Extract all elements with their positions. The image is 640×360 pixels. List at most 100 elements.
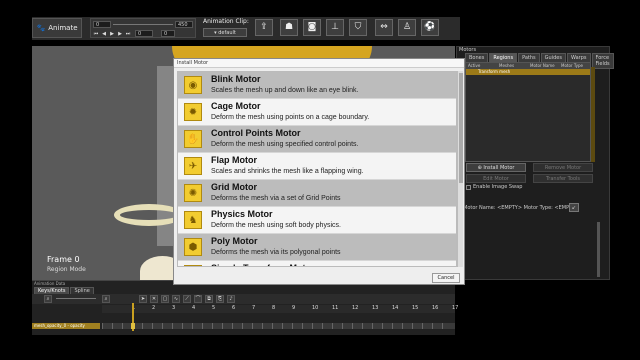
track-cell [252, 323, 253, 329]
motor-description: Deform the mesh using specified control … [211, 141, 359, 148]
ruler-tick-label: 14 [392, 305, 399, 311]
track-cell [422, 323, 423, 329]
timeline-track[interactable] [102, 323, 455, 329]
list-item[interactable]: ⬢ Poly Motor Deforms the mesh via its poly… [178, 234, 456, 261]
list-item[interactable]: ✋ Control Points Motor Deform the mesh usi… [178, 126, 456, 153]
track-cell [102, 323, 103, 329]
image-swap-label: Enable Image Swap [473, 184, 523, 190]
rig-icon[interactable]: ⊥ [326, 19, 344, 36]
transfer-tools-label: Transfer Tools [545, 176, 580, 182]
soccer-icon[interactable]: ⚽ [421, 19, 439, 36]
transfer-tools-button[interactable]: Transfer Tools [533, 174, 593, 183]
linear-icon[interactable]: ⟋ [183, 295, 191, 303]
play-icon[interactable]: ▶ [109, 31, 115, 37]
track-cell [362, 323, 363, 329]
prev-frame-icon[interactable]: ◀ [101, 31, 107, 37]
ruler-tick-label: 9 [292, 305, 296, 311]
track-cell [342, 323, 343, 329]
list-scrollbar[interactable] [457, 71, 463, 267]
zoom-in-icon[interactable]: ⌕ [102, 295, 110, 303]
list-item[interactable]: ✦ Simple Transform Motor [178, 261, 456, 266]
list-item[interactable]: ♞ Physics Motor Deform the mesh using soft… [178, 207, 456, 234]
motors-panel: Motors Bones Regions Paths Guides Warps … [456, 46, 614, 280]
list-item[interactable]: ◉ Blink Motor Scales the mesh up and down … [178, 72, 456, 99]
zoom-slider[interactable] [56, 298, 96, 299]
track-cell [292, 323, 293, 329]
animate-button[interactable]: 🐾 Animate [32, 18, 82, 38]
frame-end-field[interactable]: 450 [175, 21, 193, 28]
motor-description: Deforms the mesh via a set of Grid Point… [211, 195, 341, 202]
motor-name: Blink Motor [211, 74, 261, 84]
motor-name: Simple Transform Motor [211, 263, 315, 266]
timeline-toolbar: ⌕ ⌕ ➤ ✕ ▢ ∿ ⟋ ⌒ ⧉ ⎘ ♪ [32, 294, 455, 304]
next-frame-icon[interactable]: ▶ [117, 31, 123, 37]
track-label[interactable]: mesh_opacity_0 - opacity [32, 323, 100, 329]
scroll-thumb[interactable] [459, 73, 463, 183]
current-frame-field[interactable]: 0 [135, 30, 153, 37]
header-motor-type: Motor Type [561, 63, 584, 68]
first-frame-icon[interactable]: ⏮ [93, 31, 99, 37]
run-icon[interactable]: ♙ [398, 19, 416, 36]
checkbox-box[interactable] [466, 184, 471, 190]
install-motor-dialog: Install Motor ◉ Blink Motor Scales the mes… [173, 58, 465, 285]
list-item[interactable]: ✺ Grid Motor Deforms the mesh via a set of… [178, 180, 456, 207]
frame-slider[interactable] [113, 24, 173, 25]
frame-label: Frame 0 [47, 255, 80, 264]
bucket-icon[interactable]: ⛉ [349, 19, 367, 36]
frame-controls: 0 450 ⏮ ◀ ▶ ▶ ⏭ 0 0 [90, 18, 196, 38]
track-cell [122, 323, 123, 329]
last-frame-icon[interactable]: ⏭ [125, 31, 131, 37]
bone-icon[interactable]: ☗ [280, 19, 298, 36]
track-cell [282, 323, 283, 329]
track-cell [302, 323, 303, 329]
delete-key-icon[interactable]: ✕ [150, 295, 158, 303]
ruler-tick-label: 17 [452, 305, 459, 311]
cancel-button[interactable]: Cancel [432, 273, 460, 283]
track-cell [372, 323, 373, 329]
export-icon[interactable]: ⇪ [255, 19, 273, 36]
marquee-icon[interactable]: ▢ [161, 295, 169, 303]
physics-icon: ♞ [184, 211, 202, 229]
panel-scrollbar[interactable] [597, 222, 600, 277]
clip-select[interactable]: ▾ default [203, 28, 247, 37]
zoom-out-icon[interactable]: ⌕ [44, 295, 52, 303]
image-swap-checkbox[interactable]: Enable Image Swap [466, 184, 522, 190]
frame-start-field[interactable]: 0 [93, 21, 111, 28]
header-motor-name: Motor Name [530, 63, 555, 68]
camera-icon[interactable]: ◙ [303, 19, 321, 36]
table-scrollbar[interactable] [591, 67, 595, 162]
track-cell [402, 323, 403, 329]
timeline-ruler[interactable]: 1234567891011121314151617 [102, 305, 459, 313]
edit-motor-button[interactable]: Edit Motor [466, 174, 526, 183]
paste-icon[interactable]: ⎘ [216, 295, 224, 303]
ruler-tick-label: 7 [252, 305, 256, 311]
track-cell [182, 323, 183, 329]
poly-icon: ⬢ [184, 238, 202, 256]
table-row[interactable]: Transform mesh [466, 69, 590, 75]
audio-icon[interactable]: ♪ [227, 295, 235, 303]
ruler-tick-label: 12 [352, 305, 359, 311]
motor-description: Deform the mesh using points on a cage b… [211, 114, 370, 121]
install-motor-button[interactable]: ⊕ Install Motor [466, 163, 526, 172]
remove-motor-button[interactable]: Remove Motor [533, 163, 593, 172]
cursor-icon[interactable]: ➤ [139, 295, 147, 303]
copy-icon[interactable]: ⧉ [205, 295, 213, 303]
list-item[interactable]: ✈ Flap Motor Scales and shrinks the mesh l… [178, 153, 456, 180]
ruler-tick-label: 15 [412, 305, 419, 311]
resize-icon[interactable]: ⇔ [375, 19, 393, 36]
cat-logo-icon: 🐾 [36, 24, 46, 32]
ruler-tick-label: 6 [232, 305, 236, 311]
motor-info-button[interactable]: ↙ [569, 203, 579, 212]
hand-icon: ✋ [184, 130, 202, 148]
step-icon[interactable]: ∿ [172, 295, 180, 303]
bezier-icon[interactable]: ⌒ [194, 295, 202, 303]
loop-count-field[interactable]: 0 [161, 30, 175, 37]
track-cell [152, 323, 153, 329]
motor-description: Scales the mesh up and down like an eye … [211, 87, 359, 94]
track-cell [162, 323, 163, 329]
keyframe-marker[interactable] [131, 323, 135, 329]
track-cell [382, 323, 383, 329]
list-item[interactable]: ✹ Cage Motor Deform the mesh using points … [178, 99, 456, 126]
ruler-tick-label: 8 [272, 305, 276, 311]
motor-name: Control Points Motor [211, 128, 301, 138]
